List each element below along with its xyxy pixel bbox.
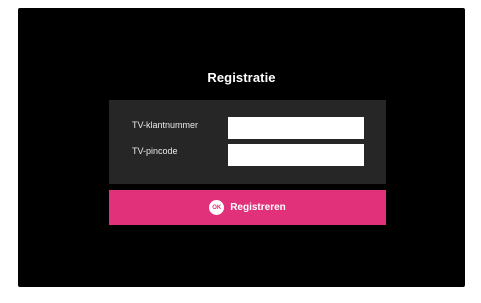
pincode-input[interactable] xyxy=(228,144,364,166)
page-title: Registratie xyxy=(207,70,276,85)
tv-screen: Registratie TV-klantnummer TV-pincode OK… xyxy=(18,8,465,287)
pincode-label: TV-pincode xyxy=(132,146,178,156)
register-button[interactable]: OK Registreren xyxy=(109,190,386,225)
customer-number-input[interactable] xyxy=(228,117,364,139)
ok-icon: OK xyxy=(209,200,225,215)
registration-form: TV-klantnummer TV-pincode xyxy=(109,100,386,184)
customer-number-label: TV-klantnummer xyxy=(132,120,199,130)
register-button-label: Registreren xyxy=(230,202,286,213)
